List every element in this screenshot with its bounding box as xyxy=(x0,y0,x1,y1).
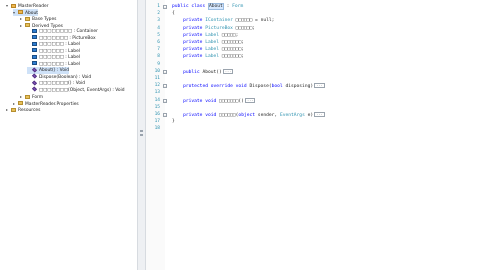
code-text: private void □□□□□□(object sender, Event… xyxy=(183,112,325,118)
folder-icon xyxy=(25,23,30,27)
splitter-grip xyxy=(140,134,143,136)
line-number: 9 xyxy=(157,61,160,67)
splitter-grip xyxy=(140,130,143,132)
line-number: 15 xyxy=(154,104,160,110)
tree-panel: ▾ MasterReader ▾ About ▸ Base Types ▸ Derived T… xyxy=(0,0,137,270)
code-text: private PictureBox □□□□□□; xyxy=(183,25,256,31)
code-text: public About()... xyxy=(183,68,234,75)
method-icon xyxy=(31,79,38,86)
code-text: private Label □□□□□□□; xyxy=(183,40,244,45)
method-icon xyxy=(31,66,38,73)
code-text: private IContainer □□□□□□ = null; xyxy=(183,18,275,24)
tree-node-label: □□□□□□ : Label xyxy=(39,55,81,60)
tree-node-label: □□□□□□□() : Void xyxy=(39,81,86,86)
fold-toggle-icon[interactable]: - xyxy=(163,69,167,74)
method-icon xyxy=(31,86,38,92)
line-number: 17 xyxy=(154,119,160,125)
code-text: protected override void Dispose(bool dis… xyxy=(183,83,325,90)
tree-node-label: □□□□□□ : Label xyxy=(39,61,81,67)
line-number: 3 xyxy=(157,18,160,24)
tree-node[interactable]: ▸ Resources xyxy=(6,106,40,113)
line-number: 5 xyxy=(157,32,160,38)
tree-node-label: □□□□□□□ : PictureBox xyxy=(39,35,96,41)
class-icon xyxy=(18,10,23,14)
line-number: 1 xyxy=(157,4,160,9)
line-number: 6 xyxy=(157,40,160,45)
code-text: private Label □□□□□□□; xyxy=(183,54,244,60)
line-number: 13 xyxy=(154,90,160,96)
code-text: { xyxy=(172,11,175,17)
tree-node-label: □□□□□□ : Label xyxy=(39,42,81,47)
field-icon xyxy=(32,61,37,65)
folder-icon xyxy=(25,94,30,99)
code-text: private void □□□□□□□()... xyxy=(183,97,256,104)
tree-node-label: □□□□□□ : Label xyxy=(39,48,81,54)
tree-node-label: Resources xyxy=(18,108,41,113)
code-editor[interactable]: 1- public class About : Form 2{3 private I… xyxy=(146,0,480,270)
line-number: 18 xyxy=(154,126,160,132)
field-icon xyxy=(32,54,37,59)
line-number: 16 xyxy=(154,112,160,117)
tree-node-label: □□□□□□□(Object, EventArgs) : Void xyxy=(39,87,125,93)
field-icon xyxy=(32,48,37,52)
line-number: 11 xyxy=(154,76,160,81)
field-icon xyxy=(32,41,37,46)
line-number: 4 xyxy=(157,25,160,31)
class-icon xyxy=(11,3,16,8)
field-icon xyxy=(32,35,37,39)
line-number: 12 xyxy=(154,83,160,89)
line-number: 10 xyxy=(154,68,160,74)
splitter[interactable] xyxy=(137,0,146,270)
code-text: private Label □□□□□□□; xyxy=(183,47,244,53)
fold-toggle-icon[interactable]: - xyxy=(163,5,167,9)
fold-toggle-icon[interactable]: - xyxy=(163,98,167,103)
code-text: private Label □□□□□; xyxy=(183,32,239,38)
tree-node-label: About() : Void xyxy=(39,68,70,73)
line-number: 14 xyxy=(154,97,160,103)
folder-icon xyxy=(18,101,23,105)
code-text: public class About : Form xyxy=(172,3,244,10)
folder-icon xyxy=(11,107,16,112)
folder-icon xyxy=(25,16,30,21)
tree-node-label: Dispose(Boolean) : Void xyxy=(39,74,92,80)
fold-toggle-icon[interactable]: - xyxy=(163,113,167,117)
line-number: 2 xyxy=(157,11,160,17)
method-icon xyxy=(31,73,38,79)
tree-node-label: □□□□□□□□ : Container xyxy=(39,29,98,34)
code-line[interactable]: 18 xyxy=(146,125,480,133)
code-text: } xyxy=(172,119,175,125)
line-number: 8 xyxy=(157,54,160,60)
field-icon xyxy=(32,28,37,33)
fold-toggle-icon[interactable]: - xyxy=(163,84,167,89)
line-number: 7 xyxy=(157,47,160,53)
